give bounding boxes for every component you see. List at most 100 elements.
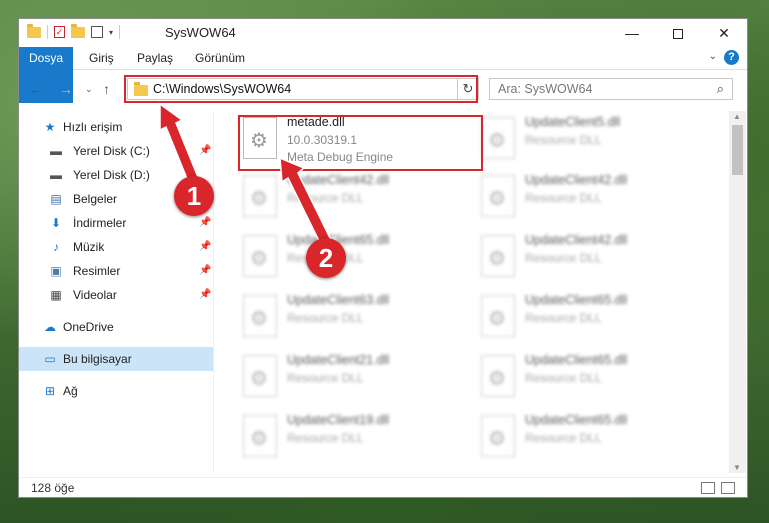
item-count: 128 öğe xyxy=(31,481,75,495)
file-type: Resource DLL xyxy=(525,133,602,147)
file-item[interactable]: UpdateClient21.dll Resource DLL xyxy=(239,351,459,407)
dll-file-icon xyxy=(243,415,277,457)
sidebar-item-label: Bu bilgisayar xyxy=(63,352,132,366)
drive-icon: ▬ xyxy=(50,168,62,182)
forward-button[interactable]: → xyxy=(59,81,73,97)
sidebar-item-network[interactable]: ⊞ Ağ xyxy=(19,379,213,403)
sidebar-item-label: Yerel Disk (D:) xyxy=(73,168,150,182)
sidebar-item-videos[interactable]: ▦ Videolar 📌 xyxy=(19,283,213,307)
dll-file-icon xyxy=(243,175,277,217)
file-type: Resource DLL xyxy=(525,371,602,385)
cloud-icon: ☁ xyxy=(44,320,56,334)
download-icon: ⬇ xyxy=(50,216,62,230)
search-input[interactable]: Ara: SysWOW64 xyxy=(498,82,592,96)
quick-access-toolbar: ✓ ▾ xyxy=(27,23,121,39)
dll-file-icon xyxy=(481,175,515,217)
pin-icon[interactable]: 📌 xyxy=(199,235,211,259)
file-item[interactable]: UpdateClient65.dll Resource DLL xyxy=(477,411,697,467)
sidebar-item-this-pc[interactable]: ▭ Bu bilgisayar xyxy=(19,347,213,371)
tab-share[interactable]: Paylaş xyxy=(129,47,181,69)
details-view-icon[interactable] xyxy=(701,482,715,494)
file-name: UpdateClient65.dll xyxy=(525,353,628,367)
sidebar-item-label: OneDrive xyxy=(63,320,114,334)
search-box[interactable]: Ara: SysWOW64 ⌕ xyxy=(489,78,733,100)
back-button[interactable]: ← xyxy=(29,81,43,97)
sidebar-item-onedrive[interactable]: ☁ OneDrive xyxy=(19,315,213,339)
maximize-button[interactable] xyxy=(655,19,701,47)
file-item[interactable]: UpdateClient19.dll Resource DLL xyxy=(239,411,459,467)
file-name: UpdateClient42.dll xyxy=(525,233,628,247)
music-icon: ♪ xyxy=(53,240,59,254)
file-name: UpdateClient65.dll xyxy=(525,413,628,427)
file-item[interactable]: UpdateClient65.dll Resource DLL xyxy=(239,231,459,287)
file-type: Resource DLL xyxy=(287,431,364,445)
address-highlight xyxy=(124,75,478,103)
file-name: UpdateClient42.dll xyxy=(287,173,390,187)
sidebar-item-music[interactable]: ♪ Müzik 📌 xyxy=(19,235,213,259)
file-type: Resource DLL xyxy=(525,431,602,445)
close-button[interactable]: ✕ xyxy=(701,19,747,47)
sidebar-item-label: Belgeler xyxy=(73,192,118,206)
pin-icon[interactable]: 📌 xyxy=(199,139,211,163)
callout-badge-two: 2 xyxy=(306,238,346,278)
dll-file-icon xyxy=(481,295,515,337)
tab-view[interactable]: Görünüm xyxy=(187,47,253,69)
tiles-view-icon[interactable] xyxy=(721,482,735,494)
sidebar-item-quick-access[interactable]: ★ Hızlı erişim xyxy=(19,115,213,139)
drive-icon: ▬ xyxy=(50,144,62,158)
scroll-up-icon[interactable]: ▲ xyxy=(733,112,741,121)
file-name: UpdateClient5.dll xyxy=(525,115,621,129)
dll-file-icon xyxy=(243,235,277,277)
toolbar-divider xyxy=(119,25,121,39)
scroll-thumb[interactable] xyxy=(732,125,743,175)
file-item[interactable]: UpdateClient5.dll Resource DLL xyxy=(477,113,697,169)
title-bar: ✓ ▾ SysWOW64 — ✕ xyxy=(19,19,747,47)
customize-toolbar-icon[interactable]: ▾ xyxy=(109,28,113,37)
status-bar: 128 öğe xyxy=(19,477,747,498)
up-button[interactable]: ↑ xyxy=(103,81,110,97)
recent-locations-button[interactable]: ⌄ xyxy=(85,84,93,95)
file-item[interactable]: UpdateClient63.dll Resource DLL xyxy=(239,291,459,347)
vertical-scrollbar[interactable]: ▲ ▼ xyxy=(729,111,746,473)
minimize-button[interactable]: — xyxy=(609,19,655,47)
search-icon: ⌕ xyxy=(716,81,724,96)
explorer-window: ✓ ▾ SysWOW64 — ✕ Dosya Giriş Paylaş Görü… xyxy=(18,18,748,498)
tab-home[interactable]: Giriş xyxy=(81,47,122,69)
sidebar-item-label: Ağ xyxy=(63,384,78,398)
file-item[interactable]: UpdateClient42.dll Resource DLL xyxy=(477,171,697,227)
sidebar-item-pictures[interactable]: ▣ Resimler 📌 xyxy=(19,259,213,283)
file-name: UpdateClient65.dll xyxy=(525,293,628,307)
scroll-down-icon[interactable]: ▼ xyxy=(733,463,741,472)
sidebar-item-downloads[interactable]: ⬇ İndirmeler 📌 xyxy=(19,211,213,235)
file-type: Resource DLL xyxy=(525,311,602,325)
view-details-icon[interactable] xyxy=(91,26,103,38)
file-item[interactable]: UpdateClient65.dll Resource DLL xyxy=(477,291,697,347)
sidebar-item-label: İndirmeler xyxy=(73,216,127,230)
pin-icon[interactable]: 📌 xyxy=(199,283,211,307)
file-item[interactable]: UpdateClient65.dll Resource DLL xyxy=(477,351,697,407)
videos-icon: ▦ xyxy=(50,288,62,302)
network-icon: ⊞ xyxy=(44,384,56,398)
pin-icon[interactable]: 📌 xyxy=(199,259,211,283)
file-item[interactable]: UpdateClient42.dll Resource DLL xyxy=(477,231,697,287)
dll-file-icon xyxy=(243,295,277,337)
dll-file-icon xyxy=(481,235,515,277)
maximize-icon xyxy=(673,29,683,40)
folder-icon xyxy=(27,23,41,38)
dll-file-icon xyxy=(481,415,515,457)
dll-file-icon xyxy=(481,117,515,159)
navigation-bar: ← → ⌄ ↑ C:\Windows\SysWOW64 ⌄ ↻ Ara: Sys… xyxy=(19,75,747,105)
chevron-down-icon[interactable]: ⌄ xyxy=(709,51,717,62)
new-folder-icon[interactable] xyxy=(71,23,85,38)
toolbar-divider xyxy=(47,25,48,39)
pane-divider[interactable] xyxy=(213,111,214,473)
sidebar-item-label: Yerel Disk (C:) xyxy=(73,144,150,158)
computer-icon: ▭ xyxy=(44,352,56,366)
properties-check-icon[interactable]: ✓ xyxy=(54,26,65,38)
file-item[interactable]: UpdateClient42.dll Resource DLL xyxy=(239,171,459,227)
help-icon[interactable]: ? xyxy=(724,50,739,65)
pictures-icon: ▣ xyxy=(50,264,62,278)
sidebar-item-label: Videolar xyxy=(73,288,117,302)
sidebar-item-disk-c[interactable]: ▬ Yerel Disk (C:) 📌 xyxy=(19,139,213,163)
dll-file-icon xyxy=(481,355,515,397)
